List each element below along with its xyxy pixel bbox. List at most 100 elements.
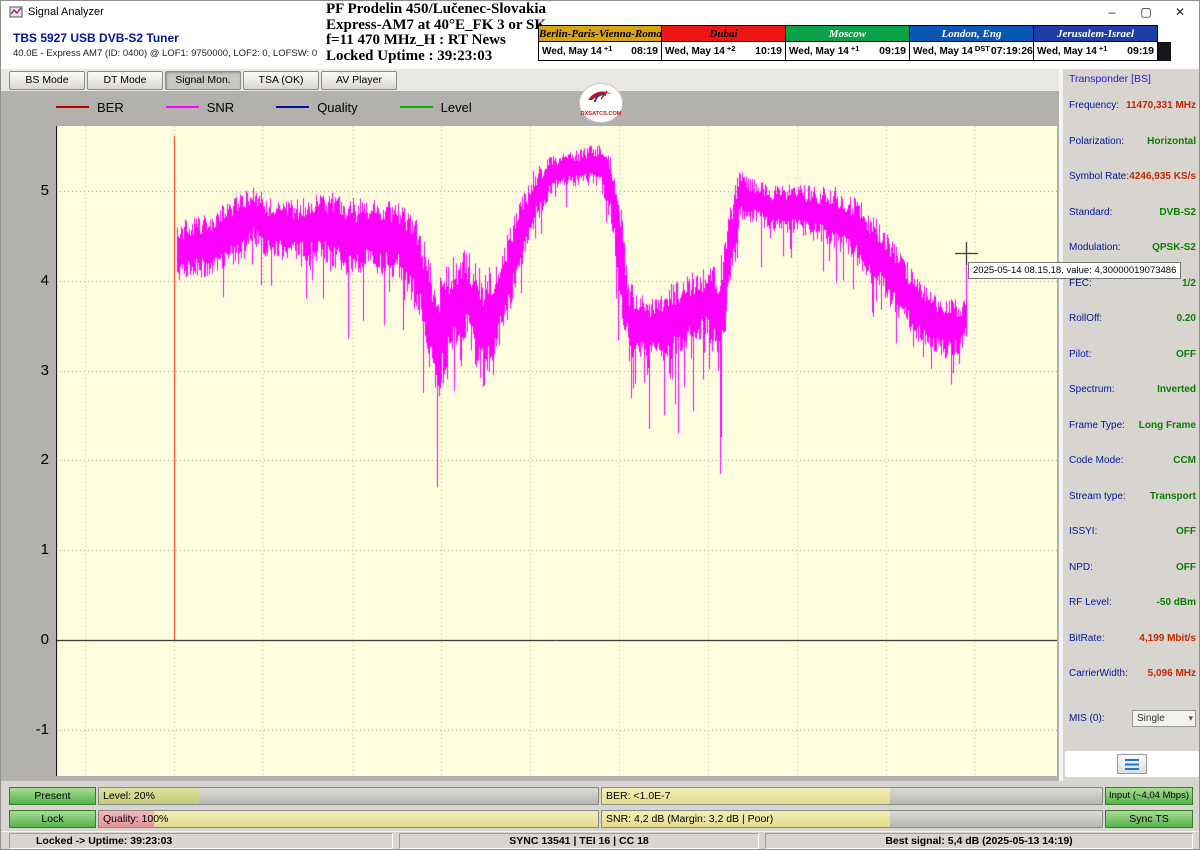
y-tick-label-3: 3 (23, 362, 49, 379)
tab-bar: BS ModeDT ModeSignal Mon.TSA (OK)AV Play… (9, 71, 397, 90)
field-label: Polarization: (1069, 136, 1124, 147)
y-tick-label-4: 4 (23, 272, 49, 289)
list-icon (1124, 759, 1140, 770)
legend-label-snr: SNR (207, 100, 234, 115)
snr-label: SNR: 4,2 dB (Margin: 3,2 dB | Poor) (606, 813, 773, 825)
clock-time-row: Wed, May 14+210:19 (662, 42, 786, 61)
legend-label-ber: BER (97, 100, 124, 115)
field-value: DVB-S2 (1159, 207, 1196, 218)
chart-legend: BER SNR Quality Level (56, 95, 472, 119)
legend-swatch-quality (276, 106, 309, 108)
field-label: Standard: (1069, 207, 1112, 218)
legend-swatch-snr (166, 106, 199, 108)
tab-bs-mode[interactable]: BS Mode (9, 71, 85, 90)
mis-dropdown[interactable]: Single ▾ (1132, 710, 1196, 727)
app-icon (9, 5, 23, 19)
clock-date: Wed, May 14 (665, 46, 725, 57)
field-stream-type: Stream type:Transport (1069, 491, 1196, 509)
field-label: Code Mode: (1069, 455, 1123, 466)
mis-selected-value: Single (1137, 713, 1165, 724)
field-code-mode: Code Mode: CCM (1069, 455, 1196, 473)
quality-label: Quality: 100% (103, 813, 168, 825)
sync-ts-indicator: Sync TS (1105, 810, 1193, 828)
y-tick-label-2: 2 (23, 451, 49, 468)
y-tick-label--1: -1 (23, 721, 49, 738)
minimize-button[interactable]: – (1095, 1, 1129, 23)
field-label: BitRate: (1069, 633, 1105, 644)
ber-bar: BER: <1.0E-7 (601, 787, 1103, 805)
field-label: ISSYI: (1069, 526, 1097, 537)
info-line-frequency: f=11 470 MHz_H : RT News (326, 33, 546, 49)
clock-time-row: Wed, May 14+109:19 (1034, 42, 1158, 61)
legend-item-ber[interactable]: BER (56, 100, 124, 115)
field-label: RollOff: (1069, 313, 1102, 324)
present-indicator: Present (9, 787, 96, 805)
status-uptime: Locked -> Uptime: 39:23:03 (9, 833, 393, 849)
world-clocks: Berlin-Paris-Vienna-RomaWed, May 14+108:… (538, 25, 1158, 61)
field-symbol-rate: Symbol Rate:4246,935 KS/s (1069, 171, 1196, 189)
clock-utc-offset: +1 (851, 44, 860, 53)
field-fec: FEC:1/2 (1069, 278, 1196, 296)
clock-utc-offset: +1 (1099, 44, 1108, 53)
field-label: Frequency: (1069, 100, 1119, 111)
snr-bar: SNR: 4,2 dB (Margin: 3,2 dB | Poor) (601, 810, 1103, 828)
legend-label-quality: Quality (317, 100, 357, 115)
field-frequency: Frequency: 11470,331 MHz (1069, 100, 1196, 118)
cursor-tooltip: 2025-05-14 08.15.18, value: 4,3000001907… (968, 262, 1181, 279)
close-button[interactable]: ✕ (1163, 1, 1197, 23)
field-standard: Standard: DVB-S2 (1069, 207, 1196, 225)
panel-bottom-box (1065, 751, 1199, 777)
clock-date: Wed, May 14 (542, 46, 602, 57)
clock-city-label: Moscow (786, 25, 910, 42)
chevron-down-icon: ▾ (1188, 713, 1193, 724)
field-value: 5,096 MHz (1148, 668, 1196, 679)
list-icon-button[interactable] (1117, 754, 1147, 774)
maximize-button[interactable]: ▢ (1129, 1, 1163, 23)
clock-date: Wed, May 14 (789, 46, 849, 57)
field-value: Horizontal (1147, 136, 1196, 147)
field-rf-level: RF Level:-50 dBm (1069, 597, 1196, 615)
tab-tsa-ok[interactable]: TSA (OK) (243, 71, 319, 90)
legend-label-level: Level (441, 100, 472, 115)
field-label: Spectrum: (1069, 384, 1115, 395)
title-bar: Signal Analyzer – ▢ ✕ (1, 1, 1200, 23)
clock-time-row: Wed, May 14DST07:19:26 (910, 42, 1034, 61)
clock-utc-offset: +1 (604, 44, 613, 53)
chart-area: BER SNR Quality Level (1, 91, 1061, 781)
clock-city-label: Dubai (662, 25, 786, 42)
quality-bar: Quality: 100% (98, 810, 599, 828)
clock-moscow: Moscow Wed, May 14+1 09:19 (786, 25, 910, 61)
ber-label: BER: <1.0E-7 (606, 790, 671, 802)
input-indicator: Input (~4,04 Mbps) (1105, 787, 1193, 805)
clock-london-eng: London, EngWed, May 14DST07:19:26 (910, 25, 1034, 61)
snr-plot-canvas[interactable] (56, 126, 1057, 776)
field-pilot: Pilot:OFF (1069, 349, 1196, 367)
clock-dubai: DubaiWed, May 14+210:19 (662, 25, 786, 61)
field-rolloff: RollOff: 0.20 (1069, 313, 1196, 331)
window-title: Signal Analyzer (28, 6, 104, 18)
field-label: Frame Type: (1069, 420, 1125, 431)
legend-item-snr[interactable]: SNR (166, 100, 234, 115)
clock-end-block (1158, 42, 1171, 61)
field-value: CCM (1173, 455, 1196, 466)
field-value: OFF (1176, 349, 1196, 360)
tuner-title: TBS 5927 USB DVB-S2 Tuner (13, 31, 179, 45)
legend-item-quality[interactable]: Quality (276, 100, 357, 115)
y-tick-label-0: 0 (23, 631, 49, 648)
field-polarization: Polarization: Horizontal (1069, 136, 1196, 154)
clock-utc-offset: +2 (727, 44, 736, 53)
field-value: 11470,331 MHz (1126, 100, 1196, 111)
field-value: 0.20 (1177, 313, 1196, 324)
lock-indicator: Lock (9, 810, 96, 828)
tab-av-player[interactable]: AV Player (321, 71, 397, 90)
info-line-uptime: Locked Uptime : 39:23:03 (326, 49, 546, 65)
clock-date: Wed, May 14 (1037, 46, 1097, 57)
clock-time-value: 08:19 (631, 45, 658, 57)
legend-item-level[interactable]: Level (400, 100, 472, 115)
clock-time-value: 09:19 (879, 45, 906, 57)
field-value: Inverted (1157, 384, 1196, 395)
tab-signal-mon[interactable]: Signal Mon. (165, 71, 241, 90)
tab-dt-mode[interactable]: DT Mode (87, 71, 163, 90)
clock-berlin-paris-vienna-roma: Berlin-Paris-Vienna-RomaWed, May 14+108:… (538, 25, 662, 61)
field-label: Stream type: (1069, 491, 1126, 502)
